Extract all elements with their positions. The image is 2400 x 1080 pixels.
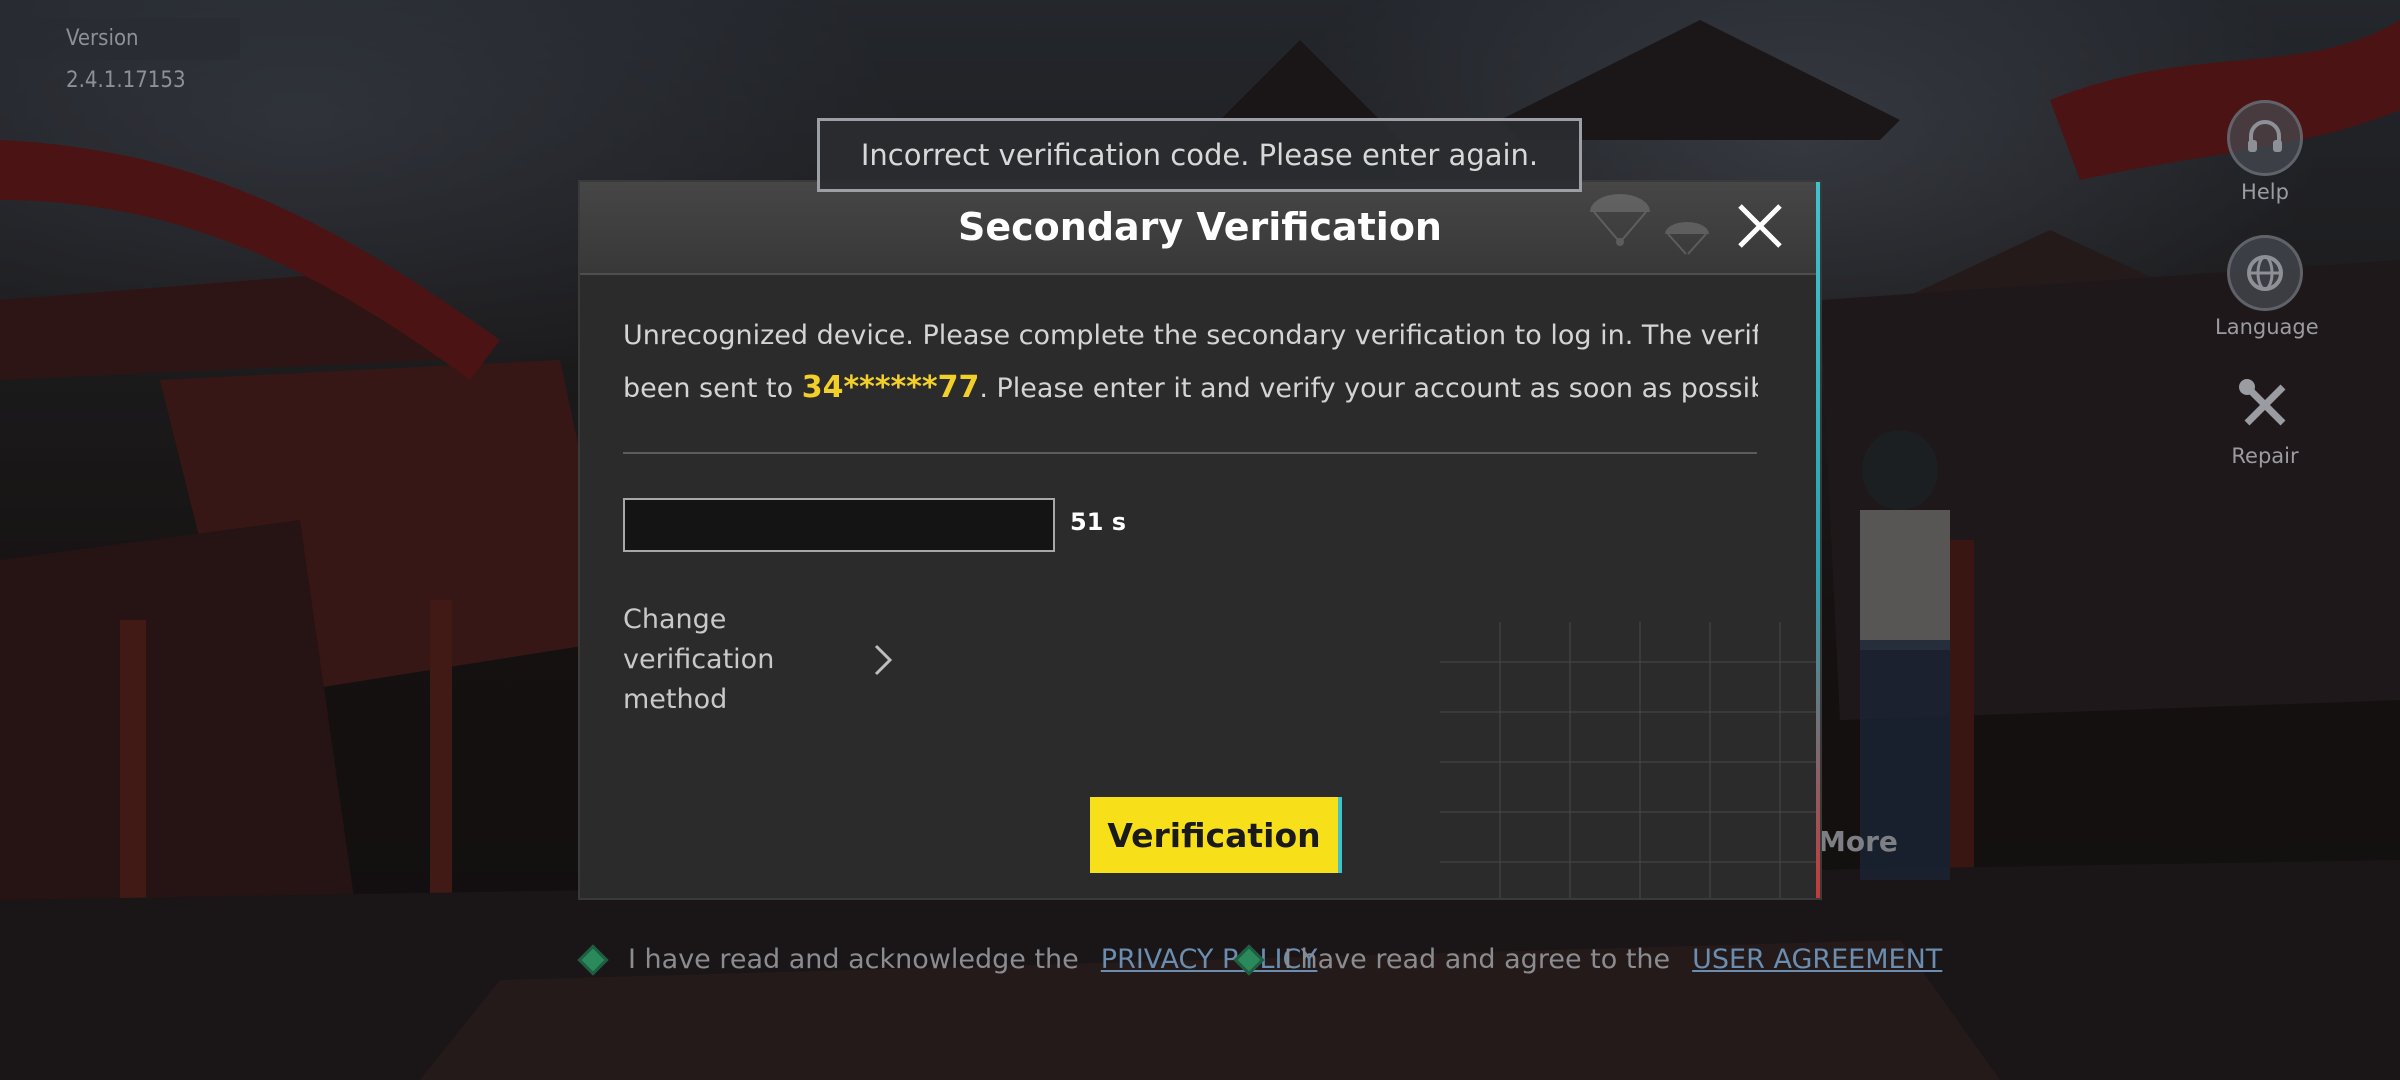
change-verification-method-label: Change verification method [623,604,775,715]
privacy-agreement-row[interactable]: I have read and acknowledge the PRIVACY … [577,943,1317,976]
resend-countdown: 51 s [1070,508,1127,536]
checkbox-diamond-icon[interactable] [1233,943,1265,976]
message-line-2: been sent to 34******77. Please enter it… [623,362,1758,415]
verification-code-input[interactable] [623,498,1055,552]
language-label: Language [2215,315,2319,339]
repair-button[interactable]: Repair [2215,370,2315,468]
error-toast: Incorrect verification code. Please ente… [817,118,1582,192]
secondary-verification-dialog: Secondary Verification Unrecognized devi… [580,182,1820,898]
message-line-1: Unrecognized device. Please complete the… [623,320,1758,351]
dialog-title: Secondary Verification [958,205,1442,249]
version-label: Version 2.4.1.17153 [0,18,240,93]
verification-button[interactable]: Verification [1090,797,1338,873]
help-label: Help [2241,180,2289,204]
change-verification-method-button[interactable]: Change verification method [623,600,923,720]
user-agreement-link[interactable]: USER AGREEMENT [1692,944,1942,975]
message-prefix: been sent to [623,373,794,404]
dialog-accent-stripe [1816,182,1820,898]
close-icon [1738,204,1782,248]
user-agreement-row[interactable]: I have read and agree to the USER AGREEM… [1233,943,1942,976]
help-button[interactable]: Help [2215,100,2315,204]
divider [623,452,1757,454]
dialog-header: Secondary Verification [580,182,1820,275]
message-suffix: . Please enter it and verify your accoun… [979,373,1758,404]
language-button[interactable]: Language [2215,235,2319,339]
user-agreement-text: I have read and agree to the [1284,944,1671,975]
headset-icon [2227,100,2303,176]
verification-message: Unrecognized device. Please complete the… [623,310,1758,415]
wrench-screwdriver-icon [2230,370,2300,440]
globe-icon [2227,235,2303,311]
masked-phone-number: 34******77 [801,370,980,405]
checkbox-diamond-icon[interactable] [577,943,609,976]
close-button[interactable] [1730,196,1790,256]
chevron-right-icon [874,644,893,676]
repair-label: Repair [2231,444,2299,468]
more-label[interactable]: More [1818,825,1898,858]
privacy-agreement-text: I have read and acknowledge the [628,944,1079,975]
grid-decoration [1440,622,1816,898]
